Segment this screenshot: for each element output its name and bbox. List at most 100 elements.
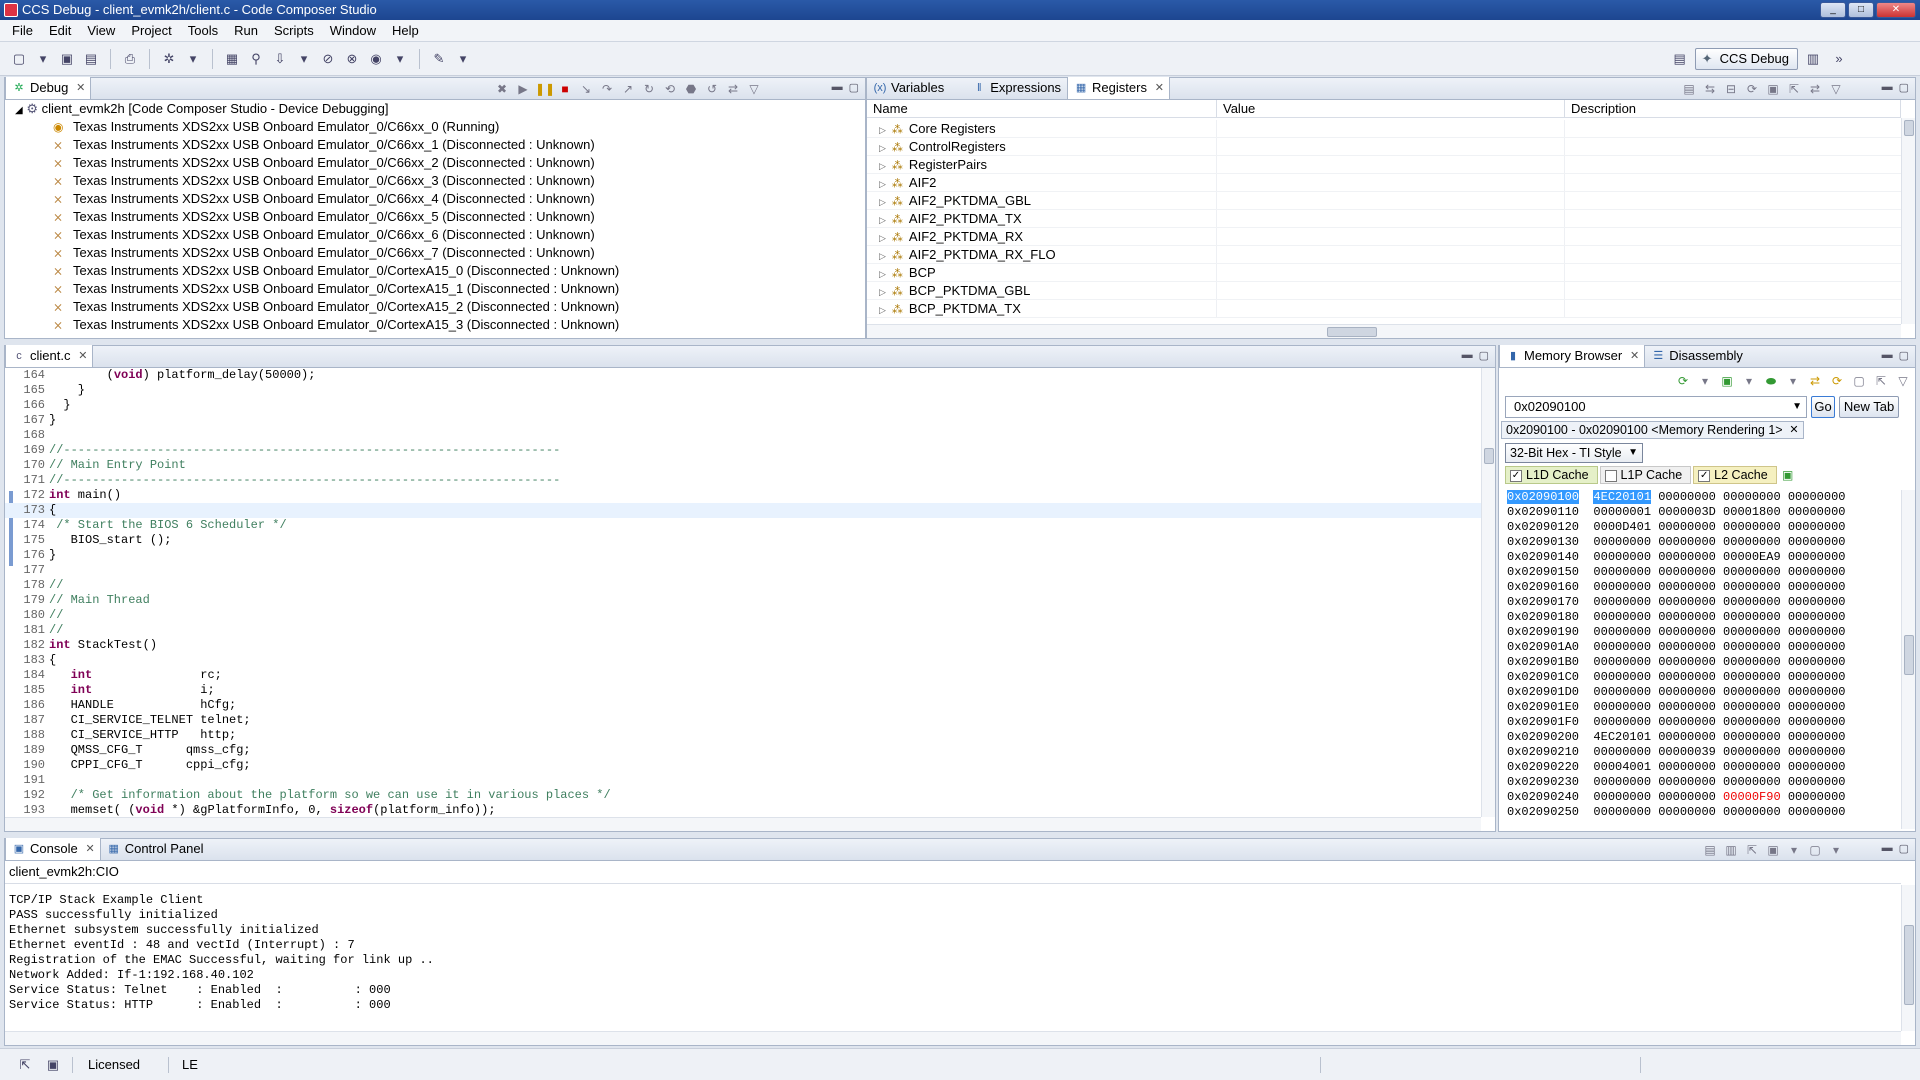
memory-value[interactable]: 00000000 [1593, 610, 1651, 624]
register-value[interactable] [1217, 264, 1565, 281]
restart-icon[interactable]: ↺ [703, 80, 721, 98]
expand-icon[interactable]: ▷ [879, 305, 886, 315]
debug-target-item[interactable]: ⨯ Texas Instruments XDS2xx USB Onboard Em… [5, 172, 865, 190]
menu-run[interactable]: Run [226, 20, 266, 42]
pin-console-icon[interactable]: ⇱ [1743, 841, 1761, 859]
expand-icon[interactable]: ▷ [879, 233, 886, 243]
new-icon[interactable]: ▢ [8, 48, 30, 70]
remove-terminated-icon[interactable]: ✖ [493, 80, 511, 98]
register-value[interactable] [1217, 228, 1565, 245]
memory-row[interactable]: 0x020901E0 00000000 00000000 00000000 00… [1507, 700, 1901, 715]
pin-icon[interactable]: ⇱ [1872, 372, 1890, 390]
step-into-icon[interactable]: ↘ [577, 80, 595, 98]
maximize-icon[interactable]: ▢ [1479, 349, 1489, 362]
memory-value[interactable]: 4EC20101 [1593, 730, 1651, 744]
memory-value[interactable]: 00000000 [1788, 805, 1846, 819]
register-group-row[interactable]: ▷ ⁂ AIF2_PKTDMA_RX_FLO [867, 246, 1901, 264]
memory-value[interactable]: 00001800 [1723, 505, 1781, 519]
memory-value[interactable]: 00000000 [1658, 685, 1716, 699]
memory-value[interactable]: 00000000 [1593, 640, 1651, 654]
tab-control-panel[interactable]: ▦ Control Panel [101, 838, 210, 860]
code-line[interactable]: 185 int i; [5, 683, 1481, 698]
code-line[interactable]: 175 BIOS_start (); [5, 533, 1481, 548]
close-button[interactable]: ✕ [1876, 2, 1916, 18]
register-group-row[interactable]: ▷ ⁂ AIF2_PKTDMA_GBL [867, 192, 1901, 210]
register-value[interactable] [1217, 210, 1565, 227]
expand-icon[interactable]: ▷ [879, 143, 886, 153]
memory-value[interactable]: 00000000 [1723, 520, 1781, 534]
column-value[interactable]: Value [1217, 100, 1565, 117]
code-line[interactable]: 183 { [5, 653, 1481, 668]
menu-edit[interactable]: Edit [41, 20, 79, 42]
memory-value[interactable]: 00000000 [1658, 640, 1716, 654]
memory-value[interactable]: 00000000 [1723, 655, 1781, 669]
external-tools-icon[interactable]: ◉ [365, 48, 387, 70]
code-line[interactable]: 171 //-----------------------------------… [5, 473, 1481, 488]
target-icon[interactable]: ▦ [221, 48, 243, 70]
memory-value[interactable]: 00000000 [1723, 625, 1781, 639]
continuous-refresh-icon[interactable]: ⟳ [1743, 80, 1761, 98]
open-perspective-icon[interactable]: ▤ [1669, 48, 1691, 70]
debug-target-item[interactable]: ⨯ Texas Instruments XDS2xx USB Onboard Em… [5, 226, 865, 244]
expand-icon[interactable]: ▷ [879, 287, 886, 297]
memory-row[interactable]: 0x02090210 00000000 00000039 00000000 00… [1507, 745, 1901, 760]
code-line[interactable]: 189 QMSS_CFG_T qmss_cfg; [5, 743, 1481, 758]
memory-value[interactable]: 00000000 [1723, 775, 1781, 789]
register-value[interactable] [1217, 282, 1565, 299]
new-view-icon[interactable]: ▣ [1764, 80, 1782, 98]
maximize-icon[interactable]: ▢ [1899, 81, 1909, 94]
memory-value[interactable]: 00000000 [1593, 625, 1651, 639]
memory-row[interactable]: 0x02090180 00000000 00000000 00000000 00… [1507, 610, 1901, 625]
close-icon[interactable]: ✕ [76, 77, 85, 99]
memory-value[interactable]: 00000000 [1788, 550, 1846, 564]
register-group-row[interactable]: ▷ ⁂ AIF2 [867, 174, 1901, 192]
close-icon[interactable]: ✕ [85, 838, 94, 860]
code-editor[interactable]: 164 (void) platform_delay(50000); 165 } 16… [5, 368, 1481, 817]
memory-value[interactable]: 00000000 [1658, 730, 1716, 744]
assembly-step-icon[interactable]: ↻ [640, 80, 658, 98]
memory-row[interactable]: 0x02090250 00000000 00000000 00000000 00… [1507, 805, 1901, 820]
menu-file[interactable]: File [4, 20, 41, 42]
register-value[interactable] [1217, 246, 1565, 263]
memory-value[interactable]: 00000000 [1788, 565, 1846, 579]
code-line[interactable]: 168 [5, 428, 1481, 443]
memory-rendering-tab[interactable]: 0x2090100 - 0x02090100 <Memory Rendering… [1501, 421, 1804, 439]
debug-target-item[interactable]: ⨯ Texas Instruments XDS2xx USB Onboard Em… [5, 208, 865, 226]
debug-target-item[interactable]: ⨯ Texas Instruments XDS2xx USB Onboard Em… [5, 190, 865, 208]
memory-value[interactable]: 00000000 [1723, 580, 1781, 594]
memory-value[interactable]: 00000000 [1593, 535, 1651, 549]
memory-value[interactable]: 00000000 [1658, 520, 1716, 534]
cache-settings-icon[interactable]: ▣ [1779, 466, 1797, 484]
memory-value[interactable]: 00000000 [1593, 580, 1651, 594]
skip-breakpoints-icon[interactable]: ⊗ [341, 48, 363, 70]
memory-row[interactable]: 0x02090220 00004001 00000000 00000000 00… [1507, 760, 1901, 775]
menu-tools[interactable]: Tools [180, 20, 226, 42]
memory-value[interactable]: 00000000 [1788, 775, 1846, 789]
menu-help[interactable]: Help [384, 20, 427, 42]
code-line[interactable]: 170 // Main Entry Point [5, 458, 1481, 473]
minimize-icon[interactable]: ▬ [1882, 842, 1893, 855]
memory-value[interactable]: 00000000 [1723, 805, 1781, 819]
code-line[interactable]: 187 CI_SERVICE_TELNET telnet; [5, 713, 1481, 728]
memory-row[interactable]: 0x02090240 00000000 00000000 00000F90 00… [1507, 790, 1901, 805]
sync-icon[interactable]: ⇄ [1806, 80, 1824, 98]
register-group-row[interactable]: ▷ ⁂ RegisterPairs [867, 156, 1901, 174]
menu-scripts[interactable]: Scripts [266, 20, 322, 42]
view-menu-icon[interactable]: ▽ [1894, 372, 1912, 390]
memory-value[interactable]: 00000000 [1723, 640, 1781, 654]
tab-memory-browser[interactable]: ▮ Memory Browser ✕ [1499, 345, 1646, 367]
register-group-row[interactable]: ▷ ⁂ BCP_PKTDMA_TX [867, 300, 1901, 318]
memory-row[interactable]: 0x020901F0 00000000 00000000 00000000 00… [1507, 715, 1901, 730]
menu-project[interactable]: Project [123, 20, 179, 42]
memory-value[interactable]: 00000EA9 [1723, 550, 1781, 564]
dropdown-icon[interactable]: ▾ [182, 48, 204, 70]
maximize-icon[interactable]: ▢ [1899, 842, 1909, 855]
sync-icon[interactable]: ⇄ [724, 80, 742, 98]
chevron-down-icon[interactable]: ▼ [1628, 444, 1638, 462]
memory-value[interactable]: 00000000 [1723, 610, 1781, 624]
memory-value[interactable]: 00000000 [1593, 550, 1651, 564]
close-icon[interactable]: ✕ [1630, 345, 1639, 367]
memory-value[interactable]: 0000003D [1658, 505, 1716, 519]
code-line[interactable]: 192 /* Get information about the platfor… [5, 788, 1481, 803]
register-group-row[interactable]: ▷ ⁂ BCP_PKTDMA_GBL [867, 282, 1901, 300]
